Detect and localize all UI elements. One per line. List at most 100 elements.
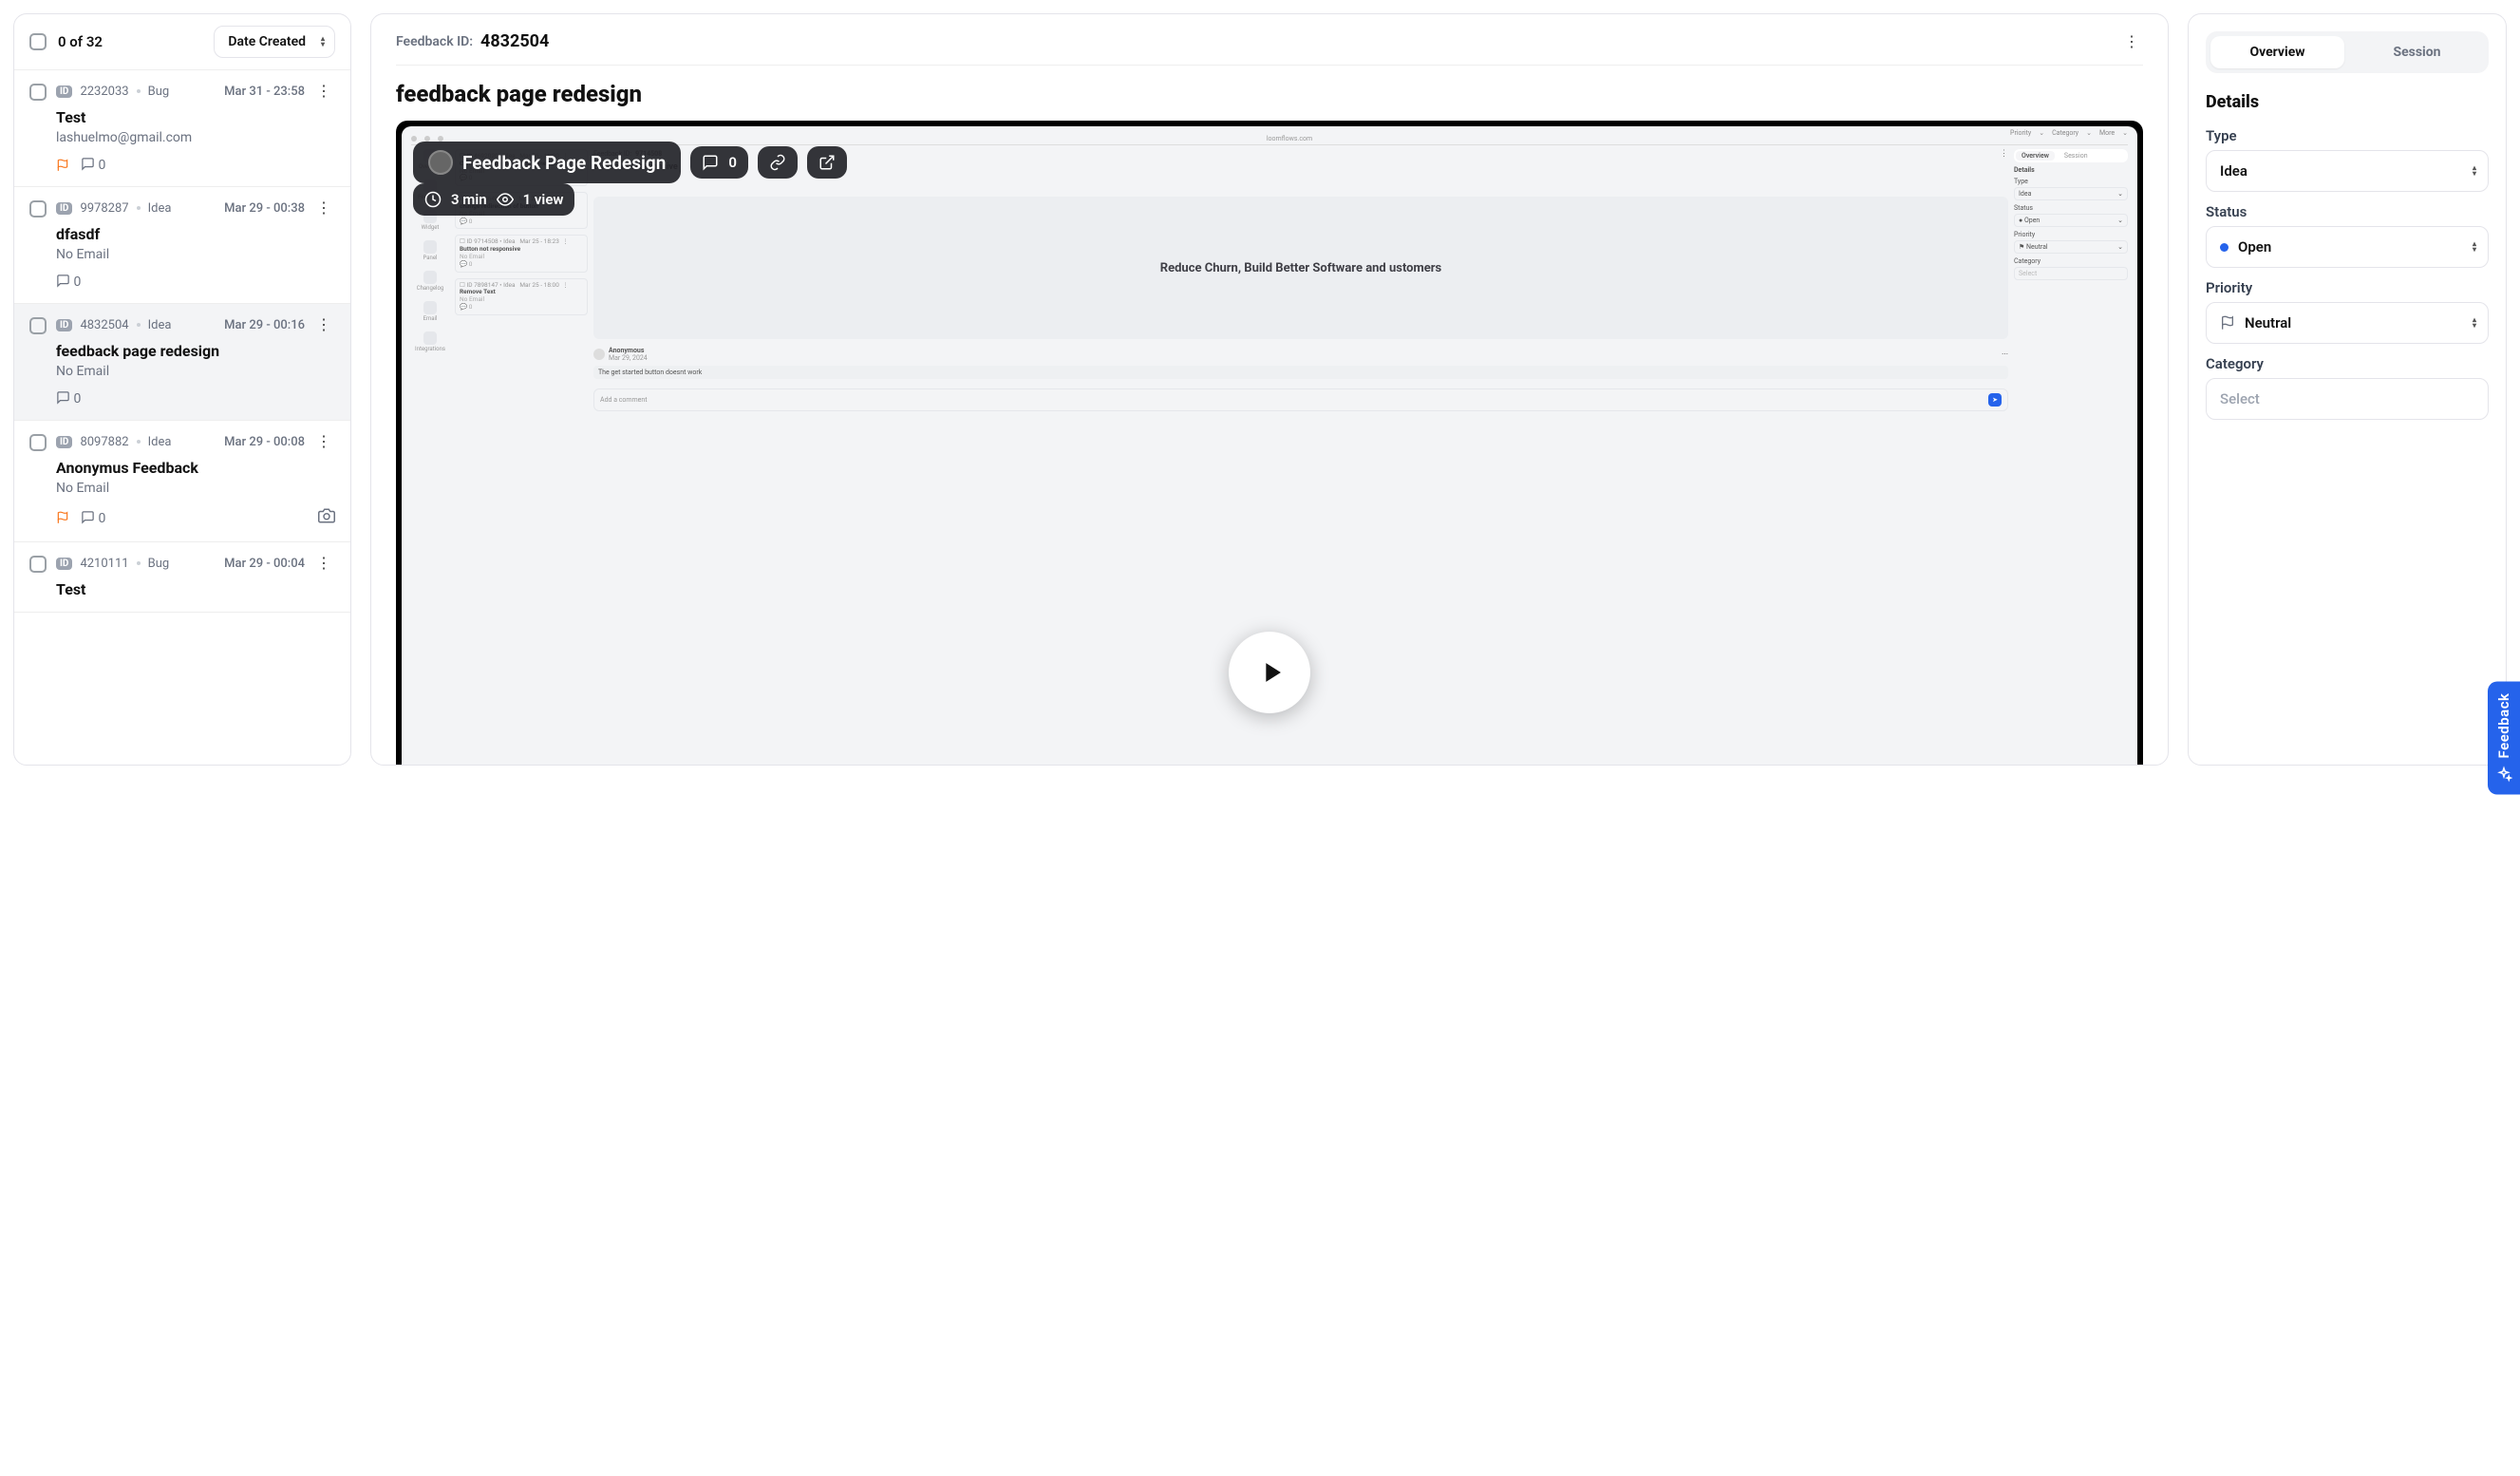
video-card: loomflows.com OverviewFeedbackWidgetPane… (396, 121, 2143, 766)
feedback-side-tab[interactable]: Feedback (2488, 682, 2520, 795)
tab-overview[interactable]: Overview (2210, 36, 2344, 68)
row-more-menu[interactable]: ⋮ (312, 434, 335, 449)
id-badge: ID (56, 85, 72, 98)
row-title: Test (56, 108, 335, 126)
feedback-row[interactable]: ID 8097882 Idea Mar 29 - 00:08 ⋮ Anonymu… (14, 421, 350, 542)
row-comments: 0 (56, 274, 81, 290)
details-tabs: Overview Session (2206, 31, 2489, 73)
select-chevron-icon: ▴▾ (321, 36, 325, 47)
row-comments: 0 (81, 157, 105, 173)
id-badge: ID (56, 202, 72, 215)
row-id: 2232033 (80, 85, 128, 99)
row-more-menu[interactable]: ⋮ (312, 556, 335, 571)
row-more-menu[interactable]: ⋮ (312, 200, 335, 216)
category-select[interactable]: Select (2206, 378, 2489, 420)
video-stats-pill: 3 min 1 view (413, 183, 574, 216)
row-comments: 0 (56, 390, 81, 407)
status-label: Status (2206, 203, 2489, 220)
video-title-pill: Feedback Page Redesign (413, 142, 681, 183)
avatar-icon (428, 150, 453, 175)
video-link-button[interactable] (758, 146, 798, 179)
select-chevron-icon: ▴▾ (2473, 241, 2476, 253)
play-button[interactable] (1229, 632, 1310, 713)
comment-icon (56, 390, 70, 405)
eye-icon (497, 191, 514, 208)
priority-label: Priority (2206, 279, 2489, 296)
select-chevron-icon: ▴▾ (2473, 165, 2476, 177)
feedback-row[interactable]: ID 9978287 Idea Mar 29 - 00:38 ⋮ dfasdf … (14, 187, 350, 304)
category-label: Category (2206, 355, 2489, 372)
row-email: No Email (56, 481, 335, 496)
camera-icon (318, 507, 335, 524)
row-id: 8097882 (80, 435, 128, 449)
video-comments-pill[interactable]: 0 (690, 146, 748, 179)
row-type: Bug (148, 85, 170, 99)
link-icon (769, 154, 786, 171)
row-more-menu[interactable]: ⋮ (312, 84, 335, 99)
sparkle-icon (2495, 766, 2512, 783)
sort-select[interactable]: Date Created ▴▾ (214, 26, 335, 58)
selection-count: 0 of 32 (58, 33, 103, 50)
row-date: Mar 29 - 00:04 (224, 557, 305, 571)
video-fullscreen-button[interactable] (807, 146, 847, 179)
row-email: No Email (56, 247, 335, 262)
feedback-detail-panel: Feedback ID: 4832504 ⋮ feedback page red… (370, 13, 2169, 766)
row-title: Anonymus Feedback (56, 459, 335, 477)
flag-icon (56, 511, 69, 524)
flag-icon (2220, 315, 2235, 331)
type-label: Type (2206, 127, 2489, 144)
row-checkbox[interactable] (29, 556, 47, 573)
row-title: feedback page redesign (56, 342, 335, 360)
row-id: 4832504 (80, 318, 128, 332)
row-type: Bug (148, 557, 170, 571)
play-icon (1255, 656, 1288, 689)
id-badge: ID (56, 319, 72, 331)
row-checkbox[interactable] (29, 317, 47, 334)
tab-session[interactable]: Session (2350, 36, 2484, 68)
row-date: Mar 29 - 00:38 (224, 201, 305, 216)
feedback-title: feedback page redesign (396, 81, 2143, 107)
feedback-list-panel: 0 of 32 Date Created ▴▾ ID 2232033 Bug M… (13, 13, 351, 766)
row-type: Idea (148, 435, 172, 449)
feedback-row[interactable]: ID 2232033 Bug Mar 31 - 23:58 ⋮ Test las… (14, 70, 350, 187)
row-checkbox[interactable] (29, 200, 47, 218)
row-comments: 0 (81, 510, 105, 526)
status-select[interactable]: Open ▴▾ (2206, 226, 2489, 268)
row-title: dfasdf (56, 225, 335, 243)
sort-value: Date Created (228, 34, 306, 49)
type-select[interactable]: Idea ▴▾ (2206, 150, 2489, 192)
status-dot-icon (2220, 243, 2229, 252)
row-id: 9978287 (80, 201, 128, 216)
comment-icon (702, 154, 719, 171)
priority-select[interactable]: Neutral ▴▾ (2206, 302, 2489, 344)
row-type: Idea (148, 318, 172, 332)
row-id: 4210111 (80, 557, 128, 571)
row-date: Mar 31 - 23:58 (224, 85, 305, 99)
details-heading: Details (2206, 92, 2489, 112)
details-panel: Overview Session Details Type Idea ▴▾ St… (2188, 13, 2507, 766)
id-badge: ID (56, 558, 72, 570)
feedback-row[interactable]: ID 4210111 Bug Mar 29 - 00:04 ⋮ Test (14, 542, 350, 613)
feedback-row[interactable]: ID 4832504 Idea Mar 29 - 00:16 ⋮ feedbac… (14, 304, 350, 421)
feedback-id-value: 4832504 (480, 31, 549, 51)
flag-icon (56, 159, 69, 172)
feedback-id-label: Feedback ID: (396, 34, 473, 49)
row-email: lashuelmo@gmail.com (56, 130, 335, 145)
clock-icon (424, 191, 442, 208)
row-date: Mar 29 - 00:16 (224, 318, 305, 332)
row-email: No Email (56, 364, 335, 379)
row-type: Idea (148, 201, 172, 216)
row-checkbox[interactable] (29, 84, 47, 101)
feedback-header: Feedback ID: 4832504 ⋮ (396, 31, 2143, 66)
row-more-menu[interactable]: ⋮ (312, 317, 335, 332)
select-all-checkbox[interactable] (29, 33, 47, 50)
row-checkbox[interactable] (29, 434, 47, 451)
comment-icon (56, 274, 70, 288)
row-title: Test (56, 580, 335, 598)
comment-icon (81, 510, 95, 524)
comment-icon (81, 157, 95, 171)
id-badge: ID (56, 436, 72, 448)
list-header: 0 of 32 Date Created ▴▾ (14, 14, 350, 70)
row-date: Mar 29 - 00:08 (224, 435, 305, 449)
detail-more-menu[interactable]: ⋮ (2120, 34, 2143, 49)
